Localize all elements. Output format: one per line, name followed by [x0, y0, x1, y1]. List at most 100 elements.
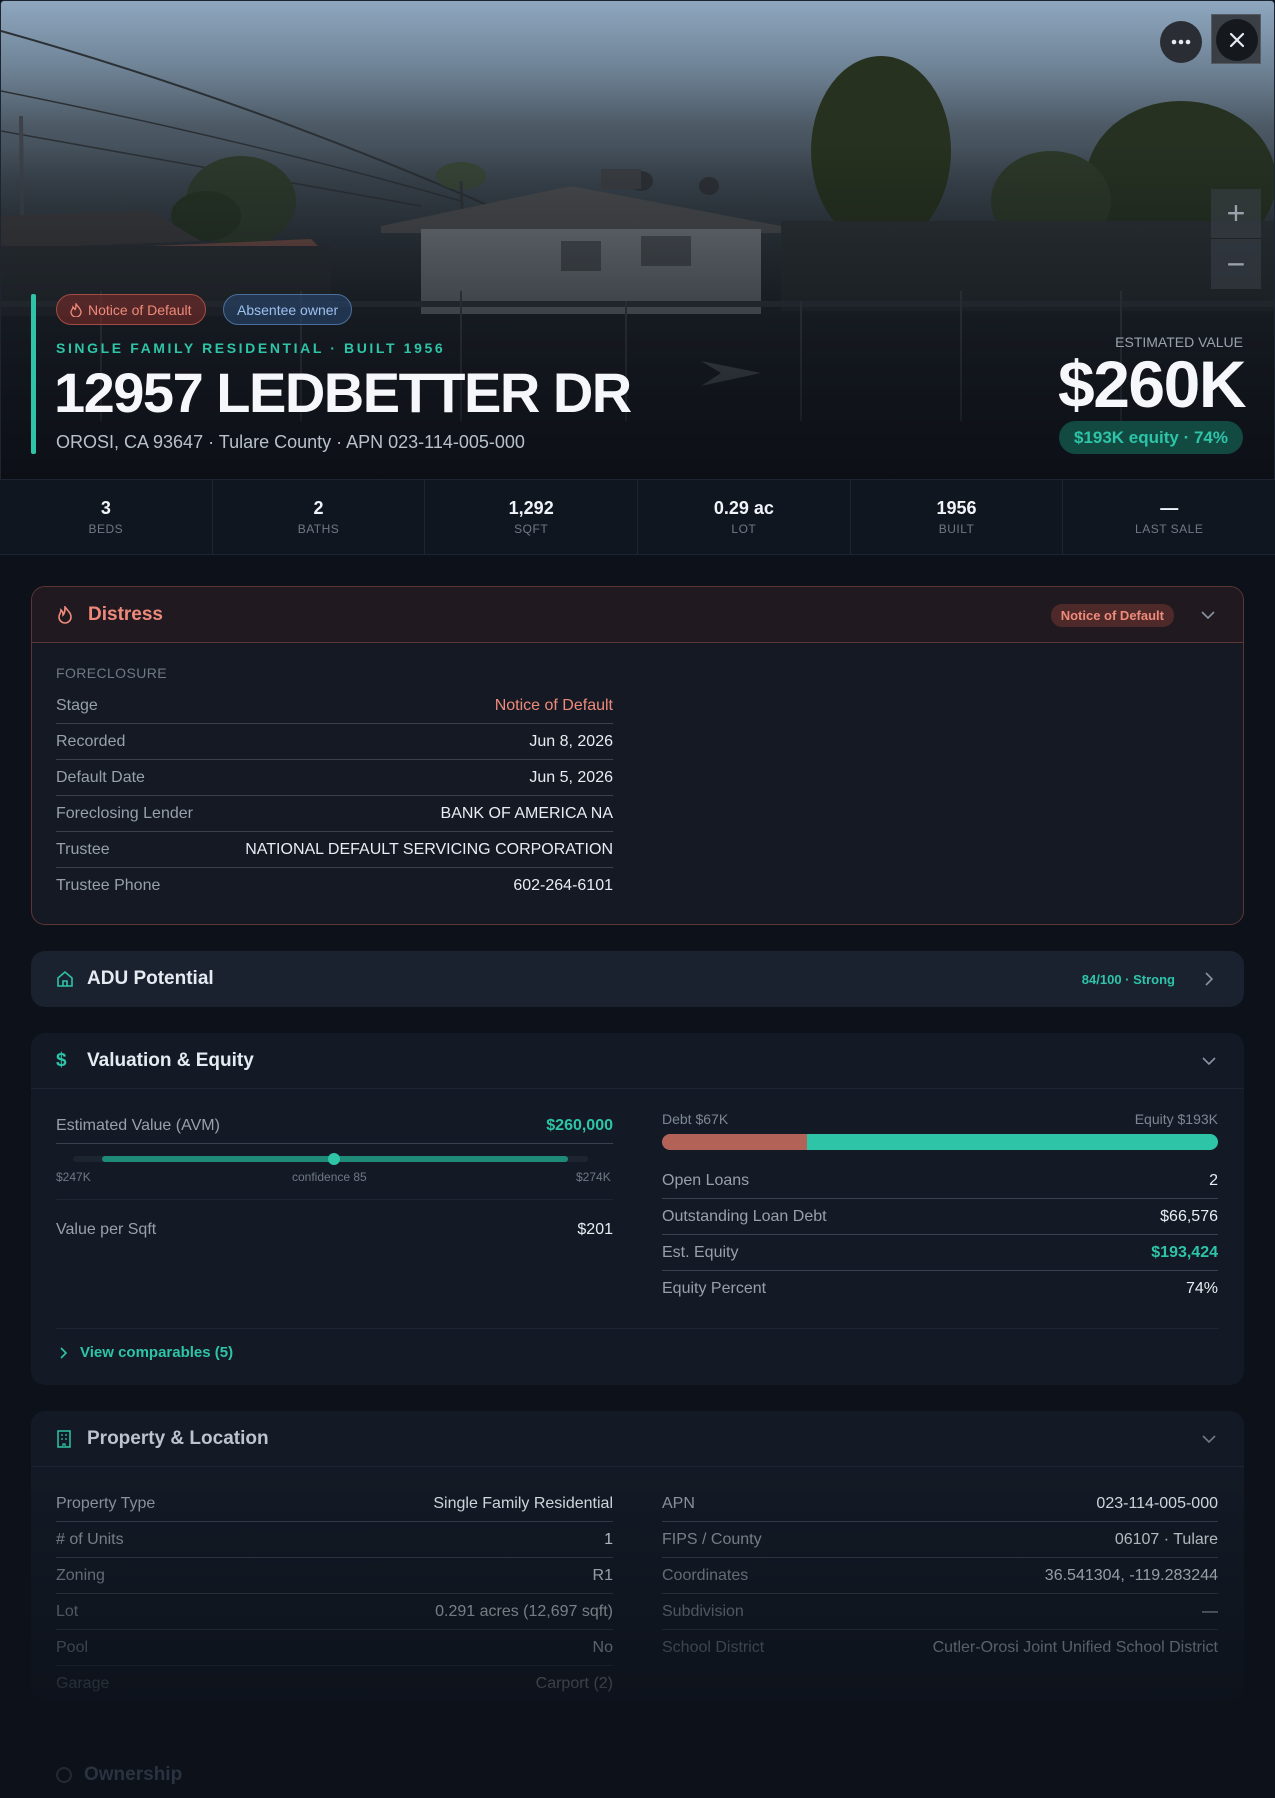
property-panel-header[interactable]: Property & Location	[31, 1411, 1244, 1467]
row-key: Zoning	[56, 1566, 105, 1584]
loan-debt-row: Outstanding Loan Debt $66,576	[662, 1199, 1218, 1235]
pool-row: Pool No	[56, 1630, 613, 1666]
chevron-right-icon[interactable]	[1199, 969, 1219, 989]
chevron-down-icon[interactable]	[1199, 1429, 1219, 1449]
foreclosure-row-stage: Stage Notice of Default	[56, 688, 613, 724]
foreclosure-row-trustee-phone: Trustee Phone 602-264-6101	[56, 868, 613, 904]
foreclosure-section-label: FORECLOSURE	[56, 665, 167, 681]
est-equity-row: Est. Equity $193,424	[662, 1235, 1218, 1271]
panel-title: Distress	[88, 603, 163, 625]
row-key: Open Loans	[662, 1171, 750, 1189]
chevron-down-icon[interactable]	[1198, 605, 1218, 625]
panel-title: Ownership	[84, 1764, 183, 1785]
units-row: # of Units 1	[56, 1522, 613, 1558]
link-label: View comparables (5)	[80, 1344, 234, 1361]
view-comparables-link[interactable]: View comparables (5)	[60, 1344, 233, 1361]
foreclosure-row-recorded: Recorded Jun 8, 2026	[56, 724, 613, 760]
apn-row: APN 023-114-005-000	[662, 1486, 1218, 1522]
row-key: Default Date	[56, 768, 145, 786]
zoom-out-button[interactable]: −	[1211, 239, 1261, 289]
stat-value: 3	[100, 498, 111, 518]
row-key: Equity Percent	[662, 1280, 767, 1297]
stat-beds: 3 BEDS	[0, 480, 213, 554]
row-value: 74%	[1185, 1280, 1218, 1297]
property-subaddress: OROSI, CA 93647 · Tulare County · APN 02…	[56, 432, 525, 452]
debt-label: Debt $67K	[662, 1111, 729, 1127]
row-value: Jun 5, 2026	[529, 768, 613, 786]
row-value: $201	[577, 1221, 613, 1238]
equity-pill: $193K equity · 74%	[1058, 421, 1243, 454]
foreclosure-row-trustee: Trustee NATIONAL DEFAULT SERVICING CORPOR…	[56, 832, 613, 868]
row-key: Recorded	[56, 732, 126, 750]
row-key: # of Units	[56, 1530, 124, 1548]
close-icon	[1229, 32, 1245, 48]
garage-row: Garage Carport (2)	[56, 1666, 613, 1702]
row-value: BANK OF AMERICA NA	[440, 804, 613, 822]
row-key: Coordinates	[662, 1566, 749, 1584]
row-key: Property Type	[56, 1494, 156, 1512]
minus-icon: −	[1226, 245, 1246, 282]
absentee-owner-badge: Absentee owner	[223, 294, 353, 325]
adu-score: 84/100 · Strong	[1081, 971, 1175, 987]
ownership-panel-header[interactable]: Ownership	[56, 1764, 182, 1786]
row-value: 2	[1209, 1171, 1218, 1189]
coordinates-row: Coordinates 36.541304, -119.283244	[662, 1558, 1218, 1594]
stat-label: LAST SALE	[1135, 522, 1204, 536]
row-key: APN	[662, 1494, 695, 1512]
stat-baths: 2 BATHS	[213, 480, 426, 554]
school-district-row: School District Cutler-Orosi Joint Unifie…	[662, 1630, 1218, 1666]
divider	[56, 1328, 1219, 1329]
distress-panel-header[interactable]: Distress Notice of Default	[32, 587, 1243, 643]
property-address: 12957 LEDBETTER DR	[54, 361, 632, 424]
subdivision-row: Subdivision —	[662, 1594, 1218, 1630]
stat-label: BEDS	[88, 522, 124, 536]
stat-label: SQFT	[514, 522, 549, 536]
row-value: Single Family Residential	[433, 1494, 613, 1512]
row-value: No	[592, 1638, 613, 1656]
row-key: Subdivision	[662, 1602, 744, 1620]
row-key: School District	[662, 1639, 765, 1656]
row-key: Trustee	[56, 840, 110, 858]
row-value: 0.291 acres (12,697 sqft)	[435, 1602, 613, 1620]
badge-label: Notice of Default	[88, 301, 192, 318]
close-button[interactable]	[1216, 19, 1258, 61]
zoom-in-button[interactable]: +	[1211, 189, 1261, 239]
value-per-sqft-row: Value per Sqft $201	[56, 1212, 613, 1248]
avm-row: Estimated Value (AVM) $260,000	[56, 1108, 613, 1144]
panel-title: ADU Potential	[87, 968, 214, 989]
chevron-down-icon[interactable]	[1199, 1051, 1219, 1071]
stat-sqft: 1,292 SQFT	[425, 480, 639, 554]
row-value: R1	[592, 1566, 613, 1584]
row-value: 06107 · Tulare	[1114, 1530, 1218, 1548]
stat-value: 0.29 ac	[713, 498, 774, 518]
stat-built: 1956 BUILT	[851, 480, 1064, 554]
flame-icon	[70, 302, 82, 317]
panel-title: Valuation & Equity	[87, 1049, 254, 1071]
row-key: Outstanding Loan Debt	[662, 1207, 827, 1225]
estimated-value: $260K	[1058, 347, 1247, 421]
divider	[56, 1199, 613, 1200]
stat-value: 1,292	[508, 498, 554, 518]
chevron-right-icon	[60, 1346, 68, 1359]
notice-of-default-badge: Notice of Default	[56, 294, 206, 325]
valuation-panel-header[interactable]: $ Valuation & Equity	[31, 1033, 1244, 1089]
row-value: 1	[604, 1530, 613, 1548]
stat-label: LOT	[731, 522, 757, 536]
row-value: Notice of Default	[494, 696, 613, 714]
row-key: FIPS / County	[662, 1530, 762, 1548]
lot-row: Lot 0.291 acres (12,697 sqft)	[56, 1594, 613, 1630]
row-value: 602-264-6101	[513, 877, 613, 894]
row-value: $66,576	[1160, 1207, 1218, 1225]
plus-icon: +	[1226, 195, 1246, 231]
property-type-row: Property Type Single Family Residential	[56, 1486, 613, 1522]
zoning-row: Zoning R1	[56, 1558, 613, 1594]
more-options-button[interactable]	[1160, 21, 1202, 63]
row-value: NATIONAL DEFAULT SERVICING CORPORATION	[245, 840, 613, 858]
equity-label: Equity $193K	[1134, 1111, 1218, 1127]
adu-panel-header[interactable]: ADU Potential 84/100 · Strong	[31, 951, 1244, 1007]
stat-value: 1956	[936, 498, 977, 518]
row-key: Estimated Value (AVM)	[56, 1116, 220, 1134]
panel-title: Property & Location	[87, 1427, 269, 1449]
adu-potential-panel[interactable]: ADU Potential 84/100 · Strong	[31, 951, 1244, 1007]
stat-value: —	[1160, 498, 1179, 518]
